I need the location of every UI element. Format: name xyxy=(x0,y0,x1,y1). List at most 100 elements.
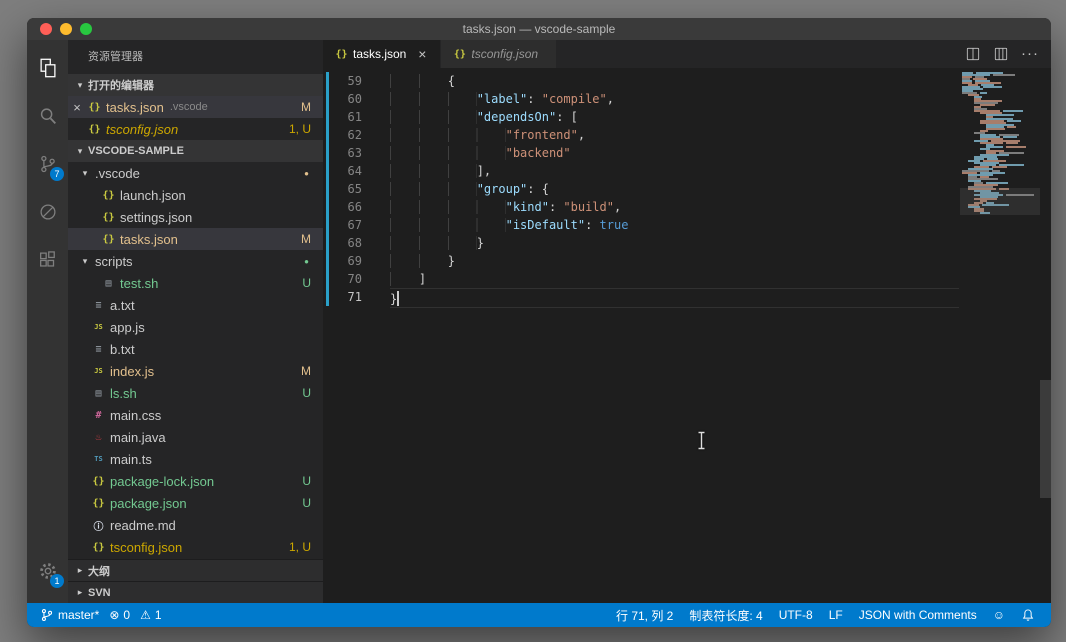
line-content: ], xyxy=(390,162,959,180)
tree-file-ls.sh[interactable]: ▤ls.shU xyxy=(68,382,323,404)
activity-source-control[interactable]: 7 xyxy=(27,140,68,188)
code-line-64[interactable]: 64 ], xyxy=(323,162,959,180)
notifications-bell-icon[interactable] xyxy=(1013,608,1043,622)
code-line-71[interactable]: 71} xyxy=(323,288,959,308)
scrollbar-slider[interactable] xyxy=(1040,380,1051,498)
code-line-61[interactable]: 61 "dependsOn": [ xyxy=(323,108,959,126)
status-language-mode[interactable]: JSON with Comments xyxy=(851,608,985,622)
status-cursor-position[interactable]: 行 71, 列 2 xyxy=(608,607,681,624)
text-cursor xyxy=(397,291,399,306)
git-decoration: 1, U xyxy=(289,540,323,554)
line-number: 63 xyxy=(323,144,390,162)
split-editor-icon[interactable] xyxy=(965,46,981,62)
code-lines: 59 {60 "label": "compile",61 "dependsOn"… xyxy=(323,68,959,308)
editor-layout-icon[interactable] xyxy=(993,46,1009,62)
twisty-icon: ▾ xyxy=(72,146,88,157)
settings-badge: 1 xyxy=(50,574,64,588)
branch-name: master* xyxy=(58,608,99,622)
feedback-smiley-icon[interactable]: ☺ xyxy=(985,608,1013,622)
file-label: launch.json xyxy=(120,188,186,203)
minimap-slider[interactable] xyxy=(960,188,1040,215)
code-line-63[interactable]: 63 "backend" xyxy=(323,144,959,162)
git-decoration: U xyxy=(302,276,323,290)
tab-tasks.json[interactable]: {}tasks.json× xyxy=(323,40,441,68)
twisty-icon: ▾ xyxy=(78,168,92,179)
open-editor-tasks.json[interactable]: ×{}tasks.json.vscodeM xyxy=(68,96,323,118)
folder-section-header[interactable]: ▾ VSCODE-SAMPLE xyxy=(68,140,323,162)
tree-file-readme.md[interactable]: ⓘreadme.md xyxy=(68,514,323,536)
editor-actions: ··· xyxy=(965,40,1051,68)
tree-file-tsconfig.json[interactable]: {}tsconfig.json1, U xyxy=(68,536,323,558)
line-content: "label": "compile", xyxy=(390,90,959,108)
git-decoration: M xyxy=(301,364,323,378)
git-decoration: M xyxy=(301,232,323,246)
status-eol[interactable]: LF xyxy=(821,608,851,622)
tree-file-package-lock.json[interactable]: {}package-lock.jsonU xyxy=(68,470,323,492)
minimize-window-button[interactable] xyxy=(60,23,72,35)
info-file-icon: ⓘ xyxy=(90,518,107,533)
section-大纲[interactable]: ▸大纲 xyxy=(68,559,323,581)
search-icon xyxy=(37,105,59,127)
code-line-59[interactable]: 59 { xyxy=(323,72,959,90)
json-file-icon: {} xyxy=(451,49,468,60)
code-line-69[interactable]: 69 } xyxy=(323,252,959,270)
tree-file-package.json[interactable]: {}package.jsonU xyxy=(68,492,323,514)
tree-file-main.java[interactable]: ♨main.java xyxy=(68,426,323,448)
tree-file-main.ts[interactable]: TSmain.ts xyxy=(68,448,323,470)
debug-icon xyxy=(37,201,59,223)
section-SVN[interactable]: ▸SVN xyxy=(68,581,323,603)
file-label: tasks.json xyxy=(120,232,178,247)
editor-area: {}tasks.json×{}tsconfig.json ··· 59 {60 … xyxy=(323,40,1051,603)
activity-explorer[interactable] xyxy=(27,44,68,92)
zoom-window-button[interactable] xyxy=(80,23,92,35)
tree-file-b.txt[interactable]: ≡b.txt xyxy=(68,338,323,360)
code-line-62[interactable]: 62 "frontend", xyxy=(323,126,959,144)
close-window-button[interactable] xyxy=(40,23,52,35)
tree-file-app.js[interactable]: JSapp.js xyxy=(68,316,323,338)
status-problems[interactable]: ⊗ 0 ⚠ 1 xyxy=(104,603,166,627)
vscode-window: tasks.json — vscode-sample 7 xyxy=(27,18,1051,627)
open-editors-header[interactable]: ▾ 打开的编辑器 xyxy=(68,74,323,96)
code-line-70[interactable]: 70 ] xyxy=(323,270,959,288)
section-label: 大纲 xyxy=(88,563,110,579)
file-label: package.json xyxy=(110,496,187,511)
status-encoding[interactable]: UTF-8 xyxy=(771,608,821,622)
activity-search[interactable] xyxy=(27,92,68,140)
twisty-icon: ▸ xyxy=(72,565,88,576)
close-editor-icon[interactable]: × xyxy=(68,100,86,115)
more-actions-icon[interactable]: ··· xyxy=(1021,49,1039,59)
code-line-67[interactable]: 67 "isDefault": true xyxy=(323,216,959,234)
file-label: tasks.json xyxy=(106,100,164,115)
activity-debug[interactable] xyxy=(27,188,68,236)
line-content: "kind": "build", xyxy=(390,198,959,216)
status-tab-size[interactable]: 制表符长度: 4 xyxy=(681,607,770,624)
code-editor[interactable]: 59 {60 "label": "compile",61 "dependsOn"… xyxy=(323,68,1051,603)
open-editor-tsconfig.json[interactable]: {}tsconfig.json1, U xyxy=(68,118,323,140)
manage-settings[interactable]: 1 xyxy=(27,547,68,595)
tree-file-settings.json[interactable]: {}settings.json xyxy=(68,206,323,228)
sidebar: 资源管理器 ▾ 打开的编辑器 ×{}tasks.json.vscodeM{}ts… xyxy=(68,40,323,603)
twisty-icon: ▸ xyxy=(72,587,88,598)
json-file-icon: {} xyxy=(86,124,103,135)
tree-file-tasks.json[interactable]: {}tasks.jsonM xyxy=(68,228,323,250)
close-tab-icon[interactable]: × xyxy=(414,46,430,62)
txt-file-icon: ≡ xyxy=(90,300,107,311)
code-line-60[interactable]: 60 "label": "compile", xyxy=(323,90,959,108)
activity-extensions[interactable] xyxy=(27,236,68,284)
code-line-65[interactable]: 65 "group": { xyxy=(323,180,959,198)
tree-file-launch.json[interactable]: {}launch.json xyxy=(68,184,323,206)
tree-folder-.vscode[interactable]: ▾.vscode● xyxy=(68,162,323,184)
scm-badge: 7 xyxy=(50,167,64,181)
code-line-68[interactable]: 68 } xyxy=(323,234,959,252)
txt-file-icon: ≡ xyxy=(90,344,107,355)
tab-tsconfig.json[interactable]: {}tsconfig.json xyxy=(441,40,557,68)
code-line-66[interactable]: 66 "kind": "build", xyxy=(323,198,959,216)
status-branch[interactable]: master* xyxy=(35,603,104,627)
tree-folder-scripts[interactable]: ▾scripts● xyxy=(68,250,323,272)
tree-file-test.sh[interactable]: ▤test.shU xyxy=(68,272,323,294)
tree-file-main.css[interactable]: #main.css xyxy=(68,404,323,426)
tree-file-a.txt[interactable]: ≡a.txt xyxy=(68,294,323,316)
tree-file-index.js[interactable]: JSindex.jsM xyxy=(68,360,323,382)
line-number: 61 xyxy=(323,108,390,126)
titlebar[interactable]: tasks.json — vscode-sample xyxy=(27,18,1051,40)
